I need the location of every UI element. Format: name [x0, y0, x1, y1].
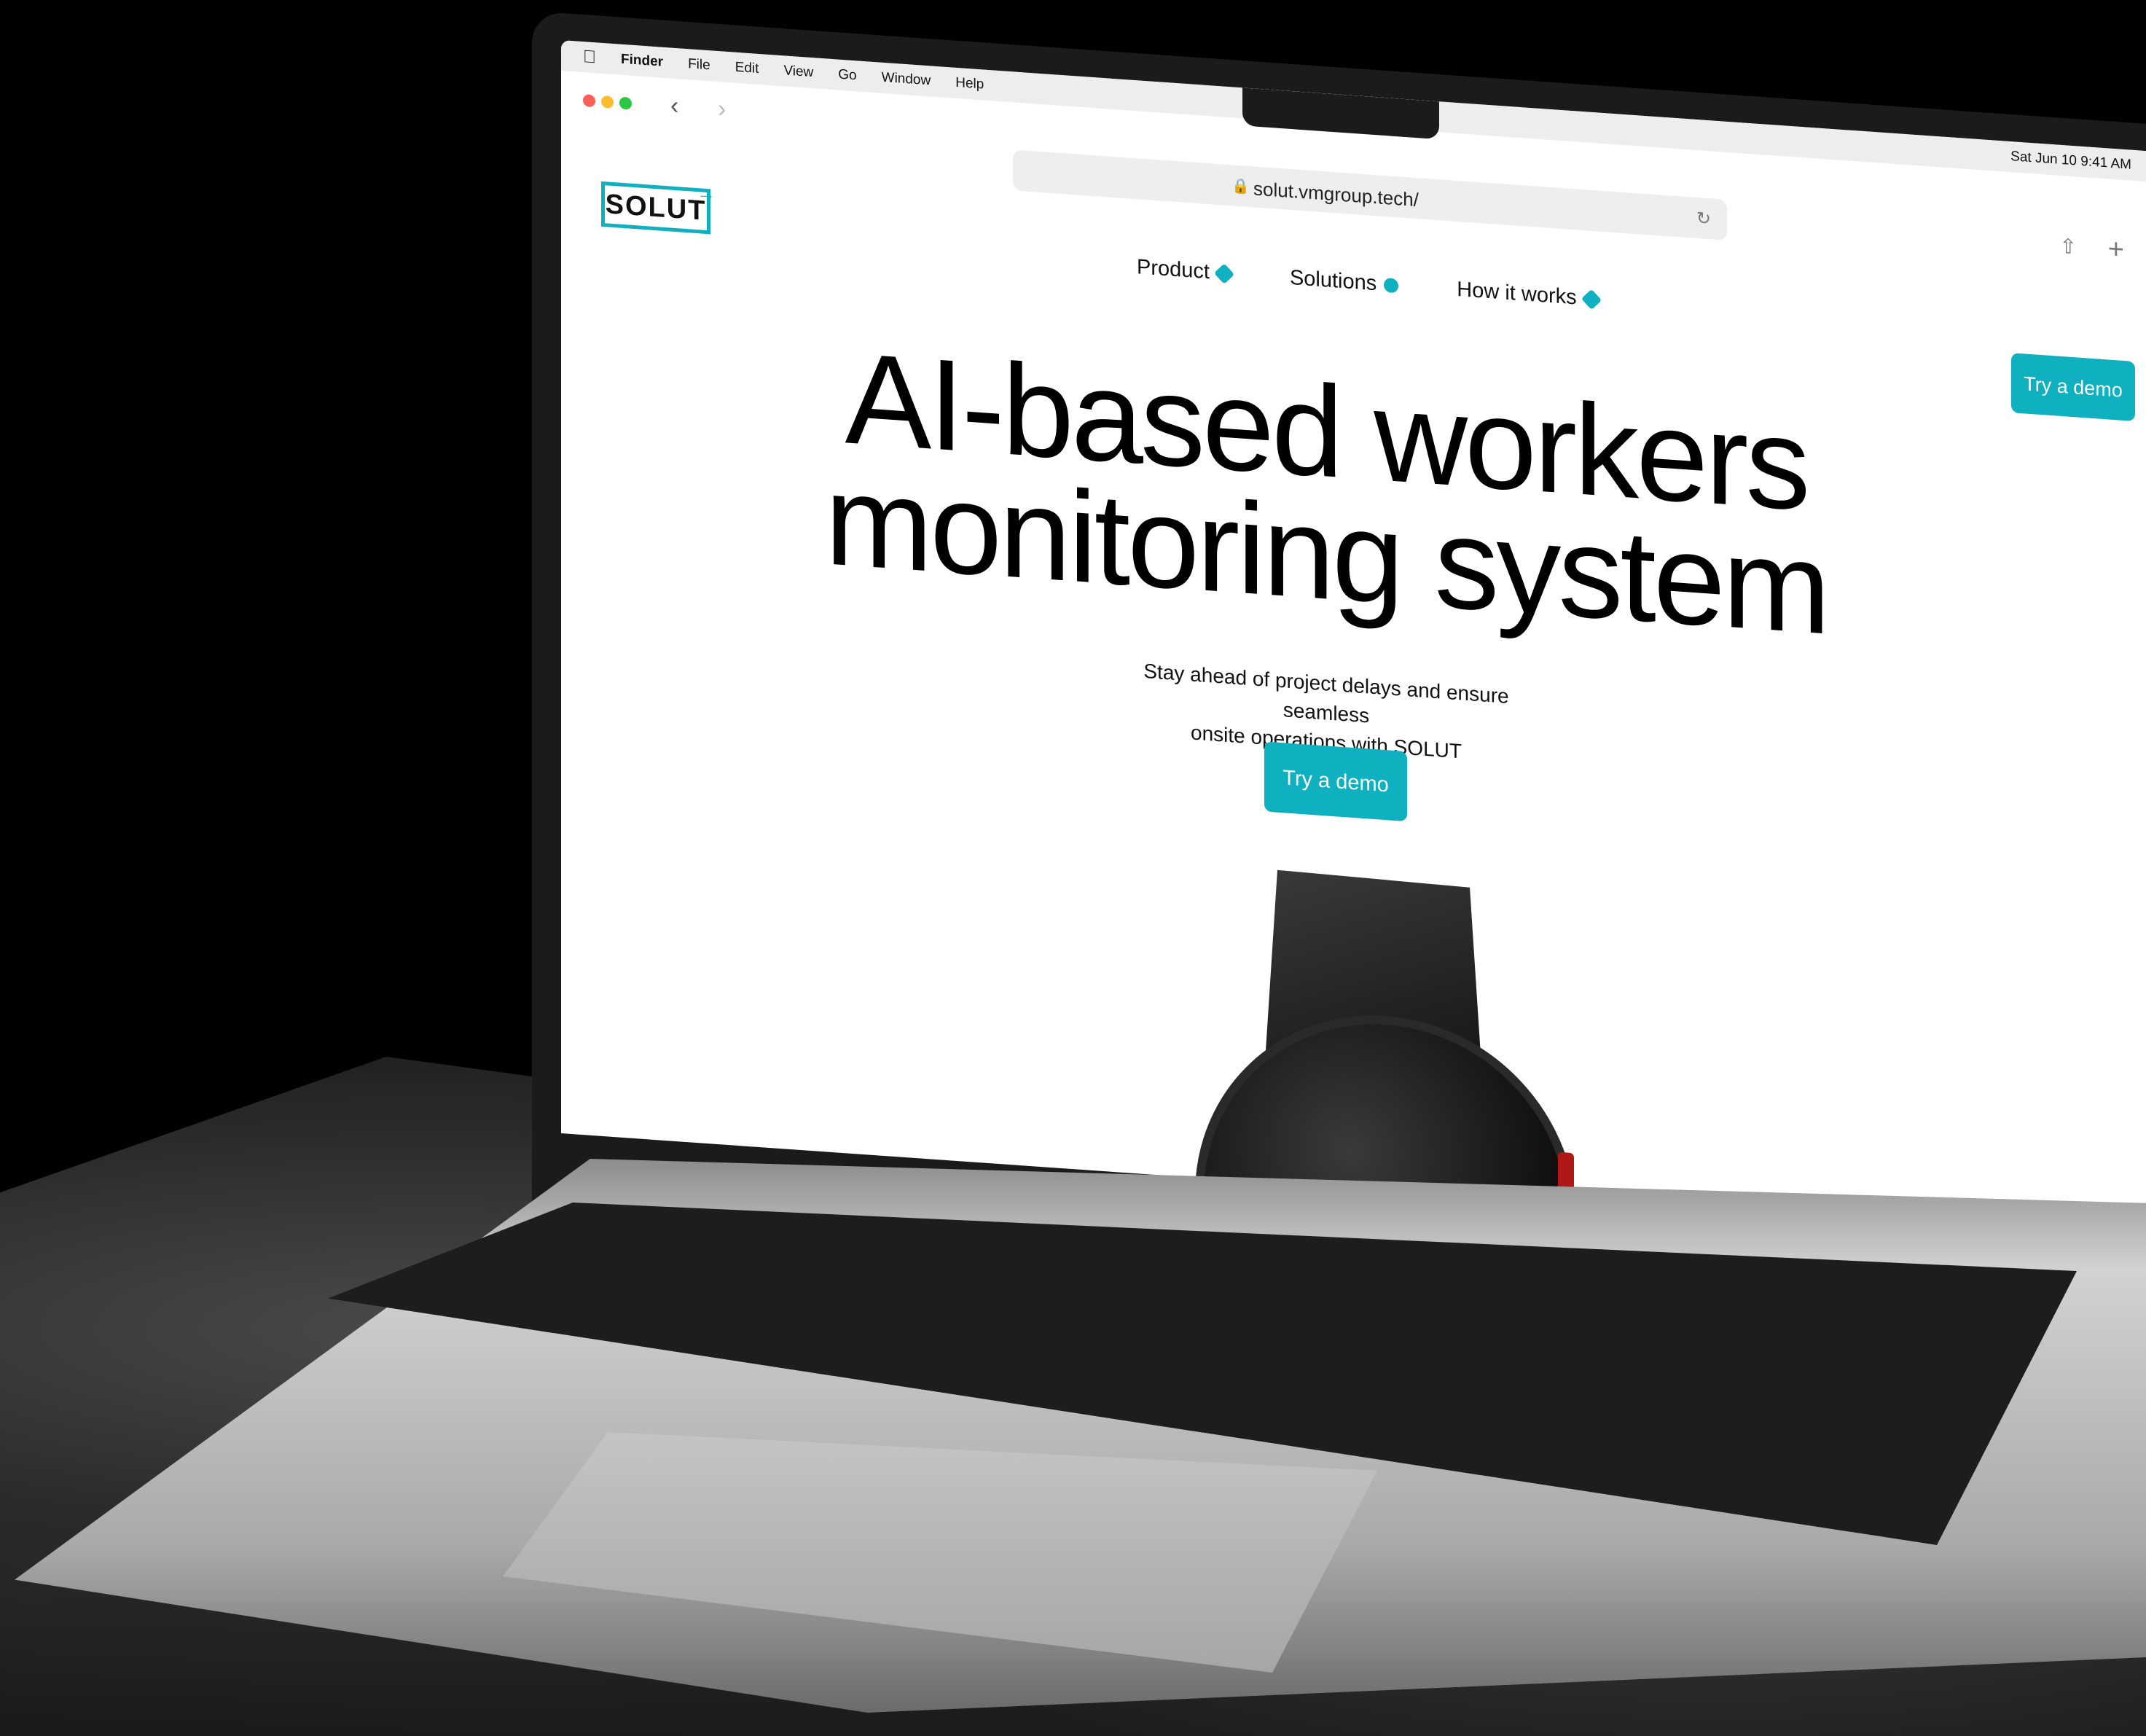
nav-how-it-works[interactable]: How it works [1457, 277, 1602, 312]
share-icon[interactable]: ⇧ [2060, 234, 2077, 259]
forward-arrow-icon[interactable]: › [718, 95, 726, 124]
nav-solutions[interactable]: Solutions [1289, 265, 1399, 297]
site-nav: Product Solutions How it works [1137, 255, 1602, 312]
nav-how-it-works-label: How it works [1457, 277, 1577, 310]
logo-arrow-icon: → [697, 181, 717, 205]
menu-help[interactable]: Help [955, 75, 984, 93]
minimize-window-button[interactable] [601, 95, 614, 109]
apple-icon[interactable]:  [583, 47, 596, 68]
menu-finder[interactable]: Finder [621, 52, 663, 71]
close-window-button[interactable] [583, 94, 595, 108]
menu-file[interactable]: File [688, 56, 710, 74]
solut-logo[interactable]: SOLUT → [601, 181, 717, 235]
reload-icon[interactable]: ↻ [1696, 208, 1711, 230]
menu-go[interactable]: Go [838, 67, 856, 85]
laptop-screen:  Finder File Edit View Go Window Help S… [561, 40, 2146, 1245]
try-demo-header-button[interactable]: Try a demo [2011, 353, 2135, 422]
try-demo-hero-button[interactable]: Try a demo [1264, 741, 1407, 822]
back-arrow-icon[interactable]: ‹ [670, 91, 678, 120]
address-bar[interactable]: 🔒 solut.vmgroup.tech/ ↻ [1013, 149, 1727, 241]
hero-heading: AI-based workers monitoring system [780, 325, 1873, 661]
lock-icon: 🔒 [1231, 178, 1250, 196]
zoom-window-button[interactable] [619, 96, 632, 110]
question-diamond-icon [1581, 289, 1602, 310]
plus-icon[interactable]: + [2108, 233, 2124, 266]
check-badge-icon [1384, 277, 1399, 293]
nav-solutions-label: Solutions [1289, 265, 1377, 296]
diamond-icon [1213, 262, 1235, 284]
menu-edit[interactable]: Edit [735, 60, 759, 77]
nav-product-label: Product [1137, 255, 1210, 284]
menu-view[interactable]: View [783, 63, 813, 81]
url-text: solut.vmgroup.tech/ [1253, 177, 1419, 211]
logo-text: SOLUT [605, 188, 707, 227]
menu-window[interactable]: Window [882, 70, 931, 90]
nav-product[interactable]: Product [1137, 255, 1235, 286]
